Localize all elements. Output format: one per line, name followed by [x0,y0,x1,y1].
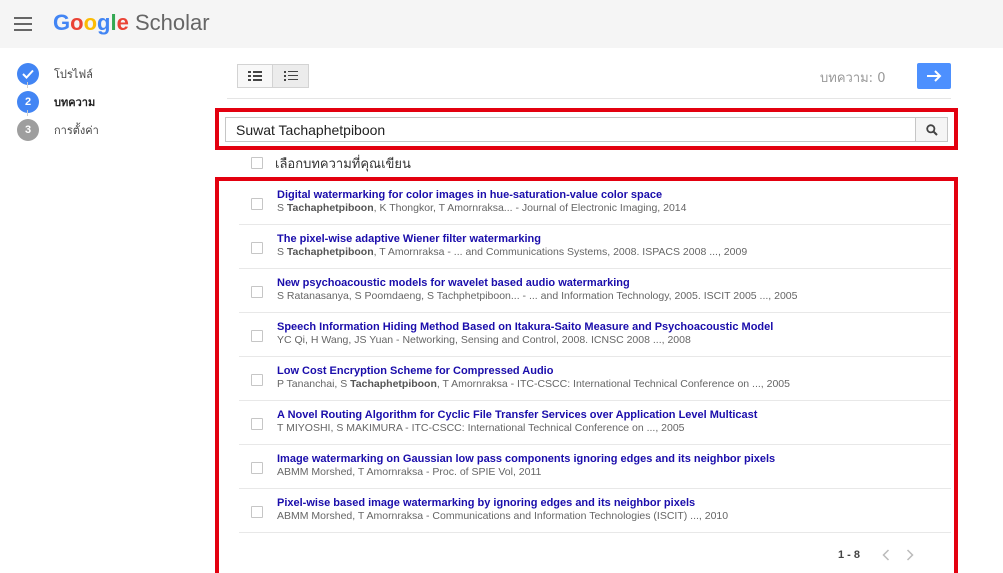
article-title[interactable]: Pixel-wise based image watermarking by i… [277,497,695,509]
article-title[interactable]: A Novel Routing Algorithm for Cyclic Fil… [277,409,757,421]
article-checkbox[interactable] [251,330,263,342]
article-row: Low Cost Encryption Scheme for Compresse… [239,357,951,401]
article-authors: S Tachaphetpiboon, T Amornraksa - ... an… [277,246,747,258]
step-label: การตั้งค่า [54,124,99,137]
step-number: 2 [17,91,39,113]
authors-text: , T Amornraksa - ... and Communications … [373,246,748,258]
article-authors: P Tananchai, S Tachaphetpiboon, T Amornr… [277,378,790,390]
article-checkbox[interactable] [251,418,263,430]
divider [227,98,951,99]
logo-letter: G [53,10,71,35]
article-authors: YC Qi, H Wang, JS Yuan - Networking, Sen… [277,334,691,346]
step-profile[interactable]: โปรไฟล์ [17,60,157,88]
article-row: A Novel Routing Algorithm for Cyclic Fil… [239,401,951,445]
article-row: Pixel-wise based image watermarking by i… [239,489,951,533]
logo-letter: o [83,10,98,35]
app-header: Google Scholar [0,0,1003,48]
article-authors: S Tachaphetpiboon, K Thongkor, T Amornra… [277,202,686,214]
article-title[interactable]: Image watermarking on Gaussian low pass … [277,453,775,465]
article-row: New psychoacoustic models for wavelet ba… [239,269,951,313]
logo-letter: g [97,10,111,35]
compact-view-button[interactable] [237,64,273,88]
article-row: Speech Information Hiding Method Based o… [239,313,951,357]
logo-letter: o [70,10,84,35]
authors-highlight: Tachaphetpiboon [350,378,437,390]
select-all-row: เลือกบทความที่คุณเขียน [251,154,411,172]
article-title[interactable]: The pixel-wise adaptive Wiener filter wa… [277,233,541,245]
magnifier-icon [925,123,938,136]
step-number: 3 [17,119,39,141]
article-checkbox[interactable] [251,462,263,474]
google-scholar-logo[interactable]: Google Scholar [53,10,210,36]
article-authors: T MIYOSHI, S MAKIMURA - ITC-CSCC: Intern… [277,422,685,434]
article-authors: S Ratanasanya, S Poomdaeng, S Tachphetpi… [277,290,797,302]
setup-steps: โปรไฟล์ 2 บทความ 3 การตั้งค่า [17,60,157,144]
next-page-button[interactable] [898,545,922,565]
article-checkbox[interactable] [251,286,263,298]
step-settings[interactable]: 3 การตั้งค่า [17,116,157,144]
select-all-checkbox[interactable] [251,157,263,169]
authors-text: ABMM Morshed, T Amornraksa - Proc. of SP… [277,466,542,478]
checkmark-icon [17,63,39,85]
article-title[interactable]: Digital watermarking for color images in… [277,189,662,201]
view-toggle [237,64,309,88]
authors-text: , K Thongkor, T Amornraksa... - Journal … [373,202,687,214]
article-results-list: Digital watermarking for color images in… [239,181,951,533]
step-label: โปรไฟล์ [54,68,93,81]
chevron-right-icon [906,549,914,561]
logo-letter: e [116,10,129,35]
arrow-right-icon [927,70,942,82]
authors-text: S [277,202,287,214]
article-checkbox[interactable] [251,506,263,518]
authors-text: , T Amornraksa - ITC-CSCC: International… [436,378,790,390]
article-title[interactable]: Low Cost Encryption Scheme for Compresse… [277,365,553,377]
authors-text: T MIYOSHI, S MAKIMURA - ITC-CSCC: Intern… [277,422,685,434]
authors-text: S [277,246,287,258]
next-step-button[interactable] [917,63,951,89]
article-checkbox[interactable] [251,198,263,210]
authors-text: P Tananchai, S [277,378,351,390]
logo-suffix: Scholar [134,10,210,35]
article-row: Image watermarking on Gaussian low pass … [239,445,951,489]
article-title[interactable]: Speech Information Hiding Method Based o… [277,321,773,333]
article-row: Digital watermarking for color images in… [239,181,951,225]
step-articles[interactable]: 2 บทความ [17,88,157,116]
article-title[interactable]: New psychoacoustic models for wavelet ba… [277,277,630,289]
authors-highlight: Tachaphetpiboon [286,246,374,258]
compact-list-icon [248,71,262,81]
hamburger-menu-icon[interactable] [14,17,32,31]
authors-text: ABMM Morshed, T Amornraksa - Communicati… [277,510,729,522]
article-row: The pixel-wise adaptive Wiener filter wa… [239,225,951,269]
authors-highlight: Tachaphetpiboon [286,202,374,214]
detailed-list-icon [283,71,298,81]
article-checkbox[interactable] [251,374,263,386]
search-button[interactable] [915,117,948,142]
authors-text: S Ratanasanya, S Poomdaeng, S Tachphetpi… [277,290,798,302]
article-count: บทความ: 0 [820,71,886,86]
article-authors: ABMM Morshed, T Amornraksa - Proc. of SP… [277,466,541,478]
author-search-input[interactable] [225,117,915,142]
page-range: 1 - 8 [838,549,861,561]
pagination: 1 - 8 [838,545,922,565]
detailed-view-button[interactable] [273,64,309,88]
article-checkbox[interactable] [251,242,263,254]
prev-page-button[interactable] [874,545,898,565]
chevron-left-icon [882,549,890,561]
article-authors: ABMM Morshed, T Amornraksa - Communicati… [277,510,728,522]
authors-text: YC Qi, H Wang, JS Yuan - Networking, Sen… [277,334,691,346]
select-all-label: เลือกบทความที่คุณเขียน [275,156,411,172]
step-label: บทความ [54,96,96,109]
